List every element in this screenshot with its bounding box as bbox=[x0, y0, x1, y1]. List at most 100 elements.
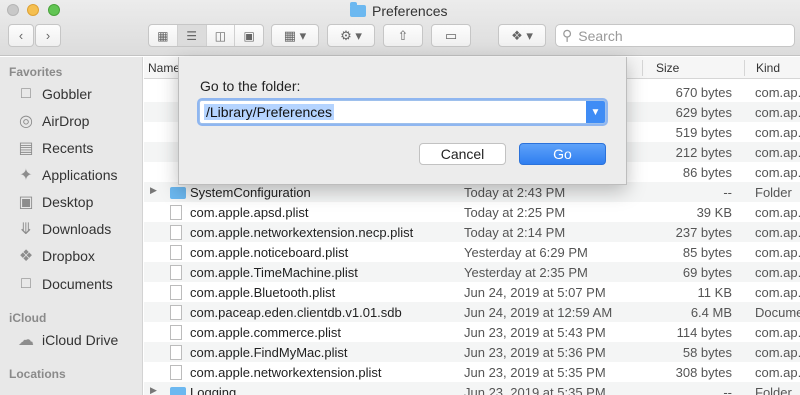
sidebar-item-airdrop[interactable]: ◎ AirDrop bbox=[16, 110, 89, 132]
table-row[interactable]: com.apple.FindMyMac.plist Jun 23, 2019 a… bbox=[144, 342, 800, 362]
table-row[interactable]: com.apple.TimeMachine.plist Yesterday at… bbox=[144, 262, 800, 282]
column-header-name[interactable]: Name bbox=[148, 61, 180, 75]
file-date: Jun 24, 2019 at 5:07 PM bbox=[464, 285, 606, 300]
table-row[interactable]: com.apple.commerce.plist Jun 23, 2019 at… bbox=[144, 322, 800, 342]
file-size: 11 KB bbox=[697, 285, 732, 300]
file-kind: com.ap... bbox=[755, 225, 800, 240]
sidebar-item-downloads[interactable]: ⤋ Downloads bbox=[16, 218, 111, 240]
list-icon: ☰ bbox=[186, 28, 197, 43]
close-window-button[interactable] bbox=[7, 4, 19, 16]
folder-path-value[interactable]: /Library/Preferences bbox=[204, 104, 335, 120]
file-name: com.apple.FindMyMac.plist bbox=[190, 345, 348, 360]
file-date: Today at 2:25 PM bbox=[464, 205, 566, 220]
sidebar-item-label: Dropbox bbox=[42, 248, 95, 264]
forward-button[interactable]: › bbox=[35, 24, 61, 47]
table-row[interactable]: ▶ Logging Jun 23, 2019 at 5:35 PM -- Fol… bbox=[144, 382, 800, 395]
cancel-button[interactable]: Cancel bbox=[419, 143, 506, 165]
table-row[interactable]: com.paceap.eden.clientdb.v1.01.sdb Jun 2… bbox=[144, 302, 800, 322]
file-name: com.apple.networkextension.necp.plist bbox=[190, 225, 414, 240]
folder-icon bbox=[170, 187, 186, 199]
list-view-button[interactable]: ☰ bbox=[177, 25, 207, 46]
sidebar-item-desktop[interactable]: ▣ Desktop bbox=[16, 191, 93, 213]
document-icon bbox=[170, 225, 182, 240]
chevron-right-icon: › bbox=[45, 28, 51, 43]
gallery-view-button[interactable]: ▣ bbox=[235, 25, 263, 46]
file-size: 629 bytes bbox=[675, 105, 732, 120]
recent-folders-dropdown[interactable]: ▼ bbox=[586, 101, 605, 123]
file-name: com.apple.Bluetooth.plist bbox=[190, 285, 336, 300]
file-size: 670 bytes bbox=[675, 85, 732, 100]
file-kind: com.ap... bbox=[755, 365, 800, 380]
file-size: 6.4 MB bbox=[690, 305, 732, 320]
view-mode-selector: ▦ ☰ ◫ ▣ bbox=[148, 24, 264, 47]
search-placeholder: Search bbox=[578, 27, 623, 44]
file-name: SystemConfiguration bbox=[190, 185, 311, 200]
sidebar-item-dropbox[interactable]: ❖ Dropbox bbox=[16, 245, 95, 267]
sidebar-item-recents[interactable]: ▤ Recents bbox=[16, 137, 93, 159]
table-row[interactable]: com.apple.Bluetooth.plist Jun 24, 2019 a… bbox=[144, 282, 800, 302]
action-menu-button[interactable]: ⚙ ▾ bbox=[327, 24, 375, 47]
column-header-size[interactable]: Size bbox=[656, 61, 679, 75]
desktop-icon: ▣ bbox=[18, 194, 34, 211]
sidebar: Favorites □ Gobbler ◎ AirDrop ▤ Recents … bbox=[0, 57, 143, 395]
disclosure-triangle-icon[interactable]: ▶ bbox=[150, 385, 157, 395]
minimize-window-button[interactable] bbox=[27, 4, 39, 16]
sidebar-item-label: iCloud Drive bbox=[42, 332, 119, 348]
search-field[interactable]: ⚲ Search bbox=[555, 24, 795, 47]
dropbox-icon: ❖ ▾ bbox=[511, 27, 533, 43]
file-date: Jun 23, 2019 at 5:43 PM bbox=[464, 325, 606, 340]
file-kind: Docume... bbox=[755, 305, 800, 320]
folder-path-input[interactable]: /Library/Preferences ▼ bbox=[199, 100, 606, 124]
dialog-label: Go to the folder: bbox=[200, 78, 301, 94]
document-icon bbox=[170, 305, 182, 320]
file-name: com.apple.commerce.plist bbox=[190, 325, 341, 340]
sidebar-section-icloud: iCloud bbox=[9, 311, 47, 325]
disclosure-triangle-icon[interactable]: ▶ bbox=[150, 185, 157, 196]
column-view-button[interactable]: ◫ bbox=[207, 25, 236, 46]
share-button[interactable]: ⇧ bbox=[383, 24, 423, 47]
file-kind: com.ap... bbox=[755, 205, 800, 220]
column-divider[interactable] bbox=[642, 60, 643, 76]
file-size: -- bbox=[723, 385, 732, 395]
sidebar-item-gobbler[interactable]: □ Gobbler bbox=[16, 83, 92, 105]
sidebar-item-applications[interactable]: ✦ Applications bbox=[16, 164, 118, 186]
recents-icon: ▤ bbox=[18, 140, 34, 157]
file-size: 308 bytes bbox=[675, 365, 732, 380]
column-divider[interactable] bbox=[744, 60, 745, 76]
table-row[interactable]: com.apple.noticeboard.plist Yesterday at… bbox=[144, 242, 800, 262]
sidebar-section-favorites: Favorites bbox=[9, 65, 63, 79]
table-row[interactable]: com.apple.apsd.plist Today at 2:25 PM 39… bbox=[144, 202, 800, 222]
edit-tags-button[interactable]: ▭ bbox=[431, 24, 471, 47]
file-kind: com.ap... bbox=[755, 105, 800, 120]
sidebar-item-documents[interactable]: □ Documents bbox=[16, 273, 113, 295]
downloads-icon: ⤋ bbox=[19, 221, 33, 238]
file-size: 69 bytes bbox=[682, 265, 732, 280]
dropbox-icon: ❖ bbox=[18, 248, 34, 265]
back-button[interactable]: ‹ bbox=[8, 24, 34, 47]
file-size: 519 bytes bbox=[675, 125, 732, 140]
sidebar-item-icloud-drive[interactable]: ☁ iCloud Drive bbox=[16, 329, 118, 351]
document-icon bbox=[170, 345, 182, 360]
go-button[interactable]: Go bbox=[519, 143, 606, 165]
file-name: com.apple.apsd.plist bbox=[190, 205, 309, 220]
grid-icon: ▦ bbox=[157, 28, 169, 43]
sidebar-item-label: Applications bbox=[42, 167, 118, 183]
column-header-kind[interactable]: Kind bbox=[756, 61, 780, 75]
go-to-folder-dialog: Go to the folder: /Library/Preferences ▼… bbox=[178, 57, 627, 185]
table-row[interactable]: com.apple.networkextension.plist Jun 23,… bbox=[144, 362, 800, 382]
chevron-left-icon: ‹ bbox=[18, 28, 24, 43]
icon-view-button[interactable]: ▦ bbox=[149, 25, 178, 46]
airdrop-icon: ◎ bbox=[19, 113, 33, 130]
group-by-button[interactable]: ▦ ▾ bbox=[271, 24, 319, 47]
group-icon: ▦ ▾ bbox=[283, 27, 307, 43]
file-date: Jun 23, 2019 at 5:35 PM bbox=[464, 365, 606, 380]
tag-icon: ▭ bbox=[444, 27, 458, 43]
document-icon bbox=[170, 205, 182, 220]
file-date: Today at 2:43 PM bbox=[464, 185, 566, 200]
table-row[interactable]: com.apple.networkextension.necp.plist To… bbox=[144, 222, 800, 242]
file-kind: com.ap... bbox=[755, 325, 800, 340]
zoom-window-button[interactable] bbox=[48, 4, 60, 16]
dropbox-button[interactable]: ❖ ▾ bbox=[498, 24, 546, 47]
table-row[interactable]: ▶ SystemConfiguration Today at 2:43 PM -… bbox=[144, 182, 800, 202]
file-date: Yesterday at 6:29 PM bbox=[464, 245, 588, 260]
